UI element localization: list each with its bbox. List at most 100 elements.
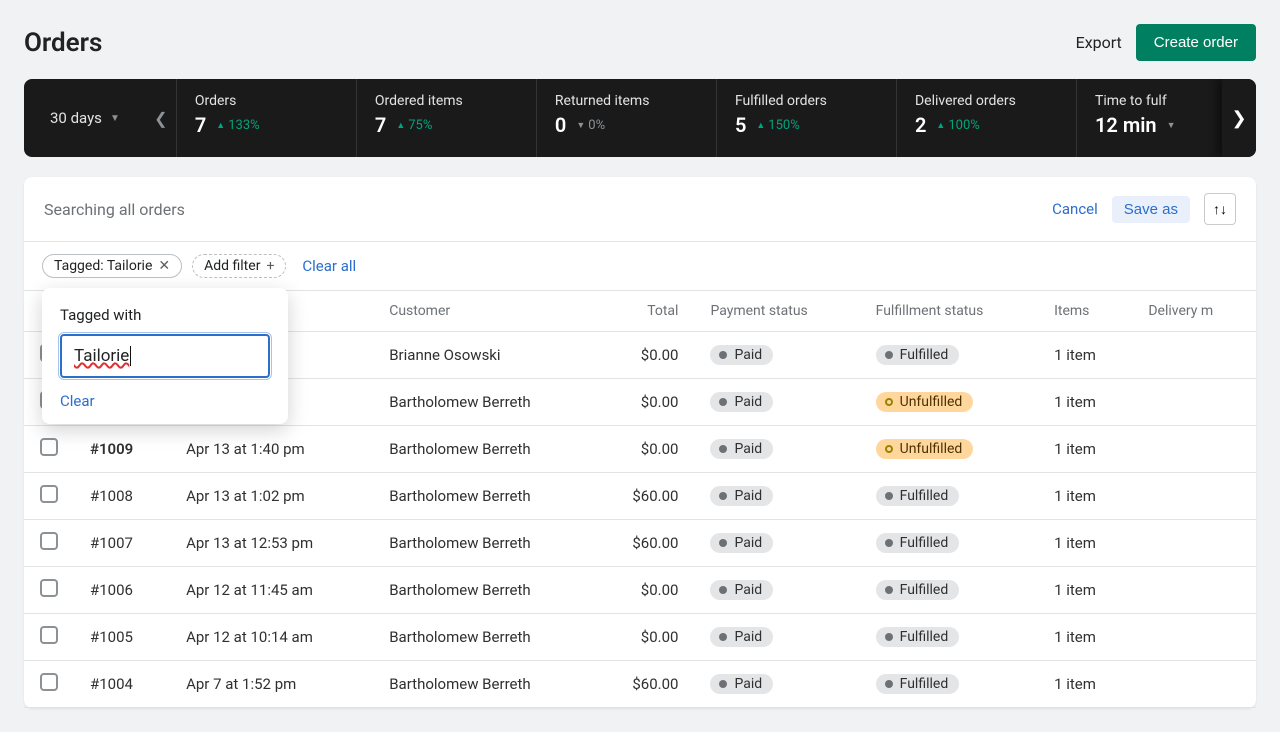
status-dot-icon: [885, 633, 893, 641]
metric-value: 2: [915, 113, 926, 137]
metric-cell[interactable]: Fulfilled orders 5 ▲150%: [716, 79, 896, 157]
caret-flat-icon: ▼: [576, 120, 585, 131]
status-dot-icon: [885, 586, 893, 594]
table-row[interactable]: #1009 Apr 13 at 1:40 pm Bartholomew Berr…: [24, 426, 1256, 473]
metric-delta: ▲75%: [396, 118, 432, 133]
order-total: $60.00: [595, 661, 695, 708]
caret-down-icon: ▼: [1167, 120, 1176, 131]
close-icon[interactable]: ✕: [158, 258, 170, 274]
order-date: Apr 12 at 10:14 am: [170, 614, 373, 661]
order-total: $0.00: [595, 332, 695, 379]
order-items: 1 item: [1038, 520, 1132, 567]
order-items: 1 item: [1038, 379, 1132, 426]
order-customer: Brianne Osowski: [373, 332, 595, 379]
metric-label: Ordered items: [375, 93, 518, 109]
order-date: Apr 13 at 1:02 pm: [170, 473, 373, 520]
order-customer: Bartholomew Berreth: [373, 520, 595, 567]
filter-row: Tagged: Tailorie ✕ Add filter + Clear al…: [24, 242, 1256, 291]
tag-filter-popover: Tagged with Tailorie Clear: [42, 288, 288, 424]
payment-badge: Paid: [710, 580, 773, 600]
tag-filter-input[interactable]: Tailorie: [60, 334, 270, 378]
popover-label: Tagged with: [60, 306, 270, 324]
metric-label: Delivered orders: [915, 93, 1058, 109]
fulfillment-badge: Fulfilled: [876, 580, 960, 600]
order-items: 1 item: [1038, 614, 1132, 661]
status-dot-icon: [719, 398, 727, 406]
table-row[interactable]: #1006 Apr 12 at 11:45 am Bartholomew Ber…: [24, 567, 1256, 614]
col-fulfillment[interactable]: Fulfillment status: [860, 291, 1038, 332]
sort-icon: ↑↓: [1213, 201, 1227, 217]
metric-delta: ▲133%: [216, 118, 259, 133]
order-id: #1006: [74, 567, 170, 614]
metric-cell[interactable]: Delivered orders 2▲100%: [896, 79, 1076, 157]
order-items: 1 item: [1038, 473, 1132, 520]
status-dot-icon: [885, 539, 893, 547]
metric-label: Fulfilled orders: [735, 93, 878, 109]
save-as-button[interactable]: Save as: [1112, 196, 1190, 223]
popover-clear-button[interactable]: Clear: [60, 392, 95, 410]
payment-badge: Paid: [710, 627, 773, 647]
fulfillment-badge: Unfulfilled: [876, 392, 974, 412]
col-payment[interactable]: Payment status: [694, 291, 859, 332]
row-checkbox[interactable]: [40, 579, 58, 597]
order-id: #1007: [74, 520, 170, 567]
metric-value: 12 min: [1095, 113, 1157, 137]
metric-cell[interactable]: Returned items 0▼0%: [536, 79, 716, 157]
add-filter-button[interactable]: Add filter +: [192, 254, 286, 278]
status-dot-icon: [885, 492, 893, 500]
tag-filter-label: Tagged: Tailorie: [54, 258, 152, 274]
caret-up-icon: ▲: [756, 120, 765, 131]
order-items: 1 item: [1038, 567, 1132, 614]
table-row[interactable]: #1004 Apr 7 at 1:52 pm Bartholomew Berre…: [24, 661, 1256, 708]
metric-cell[interactable]: Orders 7▲133%: [176, 79, 356, 157]
fulfillment-badge: Fulfilled: [876, 533, 960, 553]
sort-button[interactable]: ↑↓: [1204, 193, 1236, 225]
payment-badge: Paid: [710, 674, 773, 694]
metric-label: Returned items: [555, 93, 698, 109]
order-id: #1005: [74, 614, 170, 661]
order-customer: Bartholomew Berreth: [373, 473, 595, 520]
caret-down-icon: ▼: [110, 113, 120, 124]
order-items: 1 item: [1038, 426, 1132, 473]
fulfillment-badge: Fulfilled: [876, 345, 960, 365]
row-checkbox[interactable]: [40, 438, 58, 456]
order-customer: Bartholomew Berreth: [373, 614, 595, 661]
col-delivery[interactable]: Delivery m: [1132, 291, 1256, 332]
table-row[interactable]: #1008 Apr 13 at 1:02 pm Bartholomew Berr…: [24, 473, 1256, 520]
cancel-button[interactable]: Cancel: [1052, 200, 1098, 218]
metric-value: 7: [375, 113, 386, 137]
table-row[interactable]: #1005 Apr 12 at 10:14 am Bartholomew Ber…: [24, 614, 1256, 661]
status-dot-icon: [885, 445, 893, 453]
table-row[interactable]: #1007 Apr 13 at 12:53 pm Bartholomew Ber…: [24, 520, 1256, 567]
date-range-selector[interactable]: 30 days ▼: [24, 79, 146, 157]
row-checkbox[interactable]: [40, 485, 58, 503]
metric-value: 5: [735, 113, 746, 137]
metric-cell[interactable]: Ordered items 7 ▲75%: [356, 79, 536, 157]
page-header: Orders Export Create order: [24, 24, 1256, 61]
col-total[interactable]: Total: [595, 291, 695, 332]
col-customer[interactable]: Customer: [373, 291, 595, 332]
text-cursor: [130, 346, 131, 366]
fulfillment-badge: Unfulfilled: [876, 439, 974, 459]
tag-filter-chip[interactable]: Tagged: Tailorie ✕: [42, 254, 182, 278]
order-id: #1004: [74, 661, 170, 708]
orders-card: Searching all orders Cancel Save as ↑↓ T…: [24, 177, 1256, 708]
clear-all-button[interactable]: Clear all: [302, 257, 356, 275]
export-button[interactable]: Export: [1076, 33, 1122, 52]
tag-filter-value: Tailorie: [74, 346, 129, 366]
col-items[interactable]: Items: [1038, 291, 1132, 332]
fulfillment-badge: Fulfilled: [876, 674, 960, 694]
row-checkbox[interactable]: [40, 626, 58, 644]
row-checkbox[interactable]: [40, 673, 58, 691]
order-date: Apr 7 at 1:52 pm: [170, 661, 373, 708]
metrics-prev-button[interactable]: ❮: [146, 79, 176, 157]
status-dot-icon: [719, 351, 727, 359]
metrics-next-button[interactable]: ❯: [1222, 79, 1256, 157]
row-checkbox[interactable]: [40, 532, 58, 550]
add-filter-label: Add filter: [204, 258, 260, 274]
order-items: 1 item: [1038, 332, 1132, 379]
create-order-button[interactable]: Create order: [1136, 24, 1256, 61]
order-items: 1 item: [1038, 661, 1132, 708]
page-title: Orders: [24, 28, 102, 58]
metric-delta: ▲150%: [756, 118, 799, 133]
